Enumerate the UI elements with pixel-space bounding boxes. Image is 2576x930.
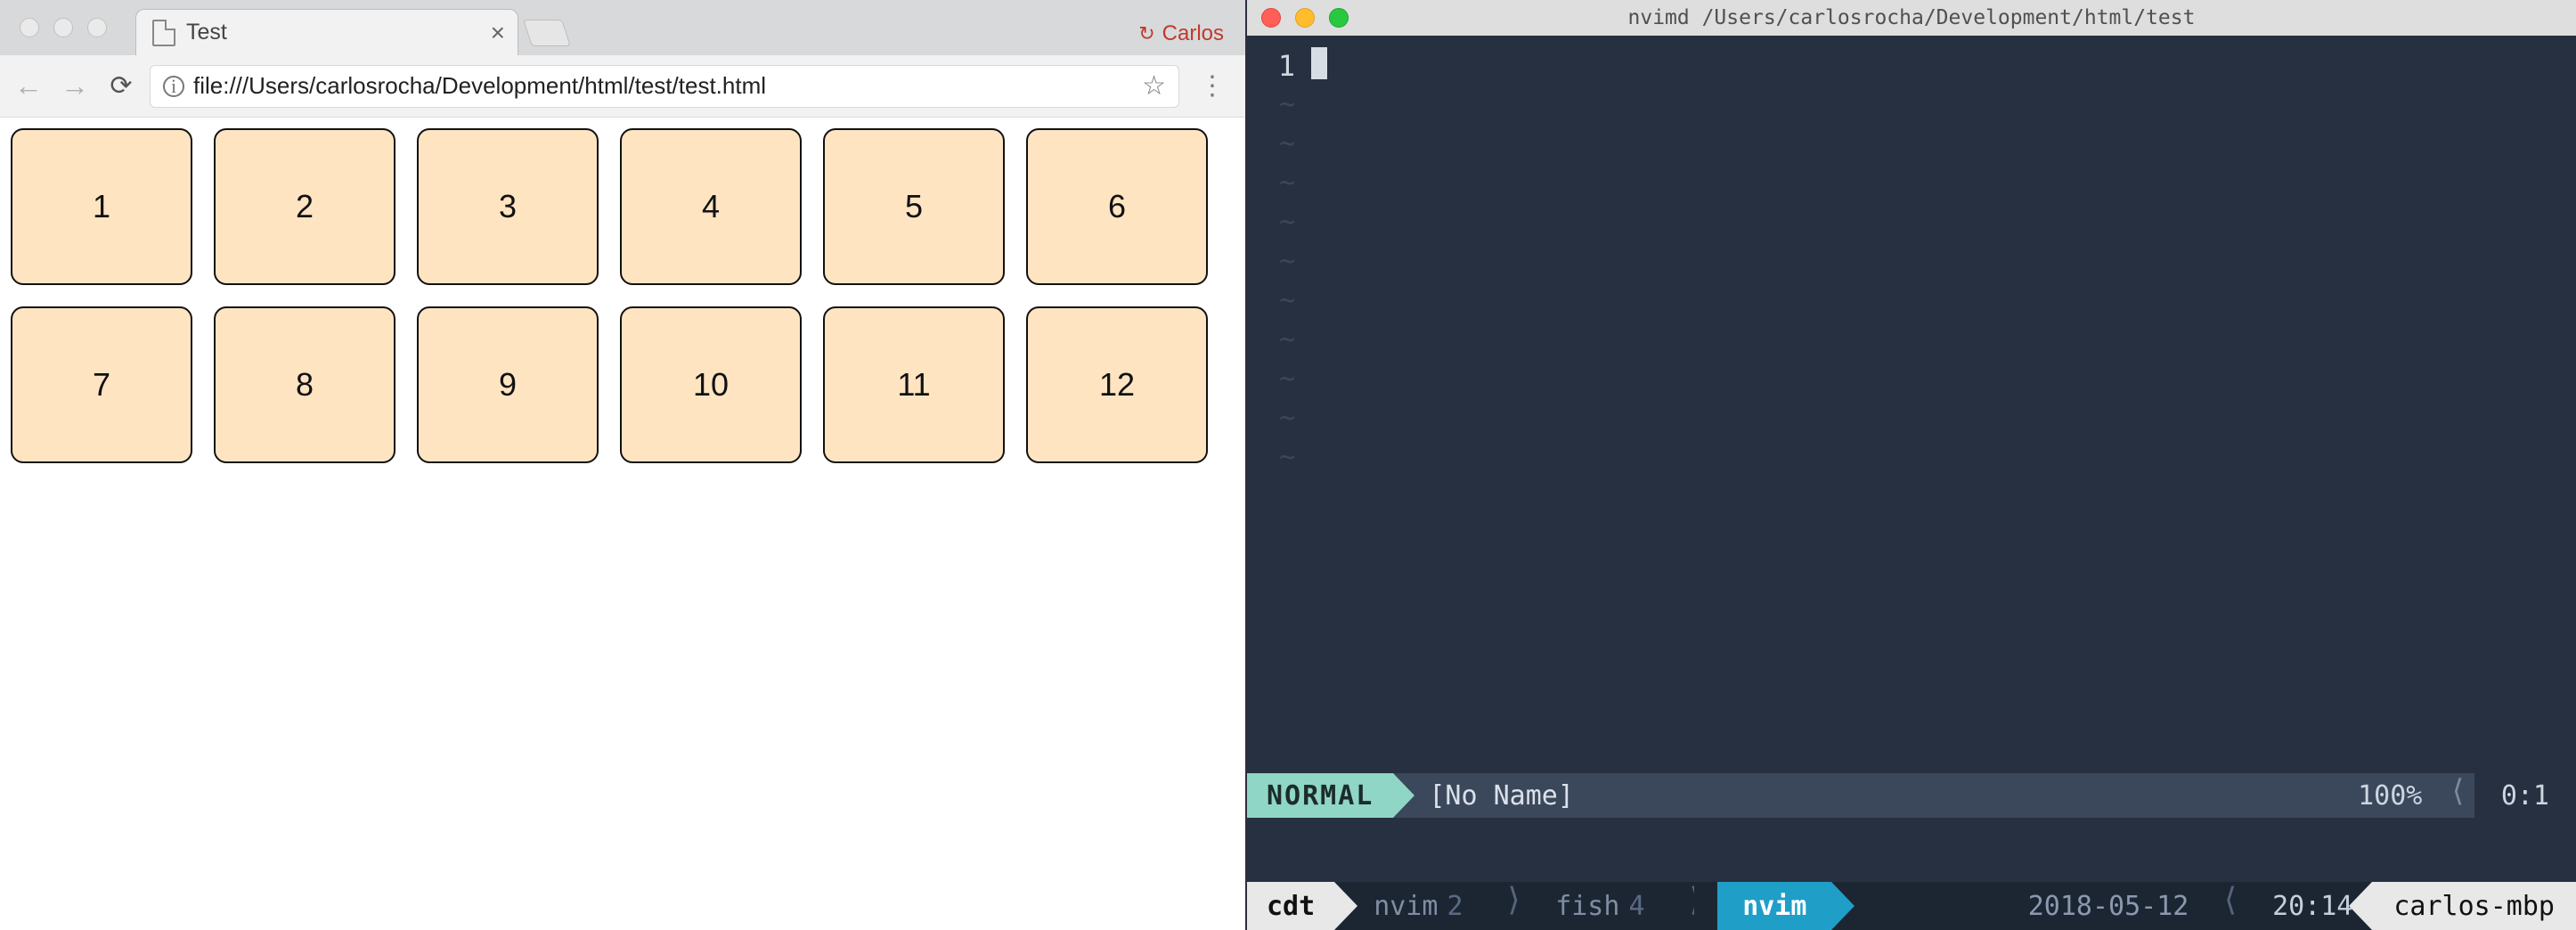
vim-percent-segment: 100% [2338,773,2441,818]
vim-position: 0:1 [2501,780,2549,812]
tmux-window-name: fish [1555,891,1619,922]
terminal-titlebar: nvimd /Users/carlosrocha/Development/htm… [1247,0,2576,36]
profile-sync-area[interactable]: ↻ Carlos [1138,21,1245,55]
empty-line-tilde: ~ [1247,321,1295,360]
vim-position-segment: 0:1 [2474,773,2576,818]
grid-cell: 12 [1026,306,1208,463]
chevron-right-icon: ⟩ [1492,882,1537,930]
vim-buffer-name: [No Name] [1429,780,1574,812]
site-info-icon[interactable]: i [163,76,184,97]
empty-line-tilde: ~ [1247,203,1295,242]
tmux-window-name: nvim [1742,891,1806,922]
tab-title: Test [186,20,227,45]
back-button[interactable]: ← [11,69,46,102]
separator-icon: ⟨ [2208,882,2253,930]
bookmark-star-icon[interactable]: ☆ [1142,70,1166,102]
new-tab-button[interactable] [523,20,571,46]
window-close-icon[interactable] [1261,8,1281,28]
empty-line-tilde: ~ [1247,281,1295,321]
text-cursor [1311,47,1327,79]
empty-line-tilde: ~ [1247,360,1295,399]
grid-cell: 5 [823,128,1005,285]
line-gutter: 1 ~~~~~~~~~~ [1247,36,1311,773]
grid-cell: 8 [214,306,395,463]
forward-button[interactable]: → [57,69,93,102]
address-bar: ← → ⟳ i file:///Users/carlosrocha/Develo… [0,55,1245,118]
grid-cell: 1 [11,128,192,285]
window-controls [1261,8,1349,28]
editor-buffer[interactable] [1311,36,2576,773]
empty-line-tilde: ~ [1247,125,1295,164]
tmux-session-name[interactable]: cdt [1247,882,1334,930]
window-zoom-icon[interactable] [1329,8,1349,28]
sync-paused-icon: ↻ [1138,22,1154,45]
grid-cell: 2 [214,128,395,285]
tmux-status-bar: cdt nvim 2⟩fish 4⟩nvim 2018-05-12 ⟨ 20:1… [1247,882,2576,930]
empty-line-tilde: ~ [1247,438,1295,477]
grid-cell: 9 [417,306,599,463]
tmux-hostname: carlos-mbp [2372,882,2576,930]
tmux-window-active[interactable]: nvim [1717,882,1831,930]
grid-cell: 3 [417,128,599,285]
close-tab-icon[interactable]: × [491,19,505,47]
grid-cell: 4 [620,128,802,285]
tmux-window-index: 2 [1438,891,1471,922]
url-input[interactable]: i file:///Users/carlosrocha/Development/… [150,65,1179,108]
url-text: file:///Users/carlosrocha/Development/ht… [193,72,766,100]
grid-cell: 6 [1026,128,1208,285]
tmux-window-list: nvim 2⟩fish 4⟩nvim [1334,882,1831,930]
terminal-gap [1247,818,2576,882]
window-controls [20,18,107,37]
vim-percent: 100% [2358,780,2422,812]
grid-cell: 10 [620,306,802,463]
tmux-window[interactable]: nvim 2 [1334,882,1491,930]
empty-line-tilde: ~ [1247,242,1295,281]
empty-line-tilde: ~ [1247,86,1295,125]
nvim-editor[interactable]: 1 ~~~~~~~~~~ NORMAL [No Name] 100% ⟨ 0:1 [1247,36,2576,818]
vim-mode: NORMAL [1267,780,1374,812]
empty-line-tilde: ~ [1247,399,1295,438]
browser-tab[interactable]: Test × [135,9,518,55]
vim-buffer-name-segment: [No Name] [1393,773,1594,818]
terminal-title: nvimd /Users/carlosrocha/Development/htm… [1628,6,2196,29]
grid-cell: 11 [823,306,1005,463]
profile-name: Carlos [1162,21,1224,46]
window-minimize-icon[interactable] [1295,8,1315,28]
terminal-window: nvimd /Users/carlosrocha/Development/htm… [1247,0,2576,930]
vim-status-line: NORMAL [No Name] 100% ⟨ 0:1 [1247,773,2576,818]
tmux-window[interactable]: fish 4 [1536,882,1673,930]
chrome-browser-window: Test × ↻ Carlos ← → ⟳ i file:///Users/ca… [0,0,1247,930]
separator-icon: ⟨ [2441,773,2474,818]
line-number: 1 [1247,46,1295,86]
window-zoom-icon[interactable] [87,18,107,37]
page-content: 123456789101112 [0,118,1245,930]
empty-line-tilde: ~ [1247,164,1295,203]
page-icon [152,20,175,46]
tmux-window-name: nvim [1374,891,1438,922]
window-minimize-icon[interactable] [53,18,73,37]
vim-mode-segment: NORMAL [1247,773,1393,818]
browser-menu-button[interactable]: ⋮ [1190,70,1235,102]
window-close-icon[interactable] [20,18,39,37]
tmux-window-index: 4 [1619,891,1653,922]
reload-button[interactable]: ⟳ [103,70,139,102]
browser-tab-strip: Test × ↻ Carlos [0,0,1245,55]
tmux-date: 2018-05-12 [2009,882,2209,930]
grid-cell: 7 [11,306,192,463]
